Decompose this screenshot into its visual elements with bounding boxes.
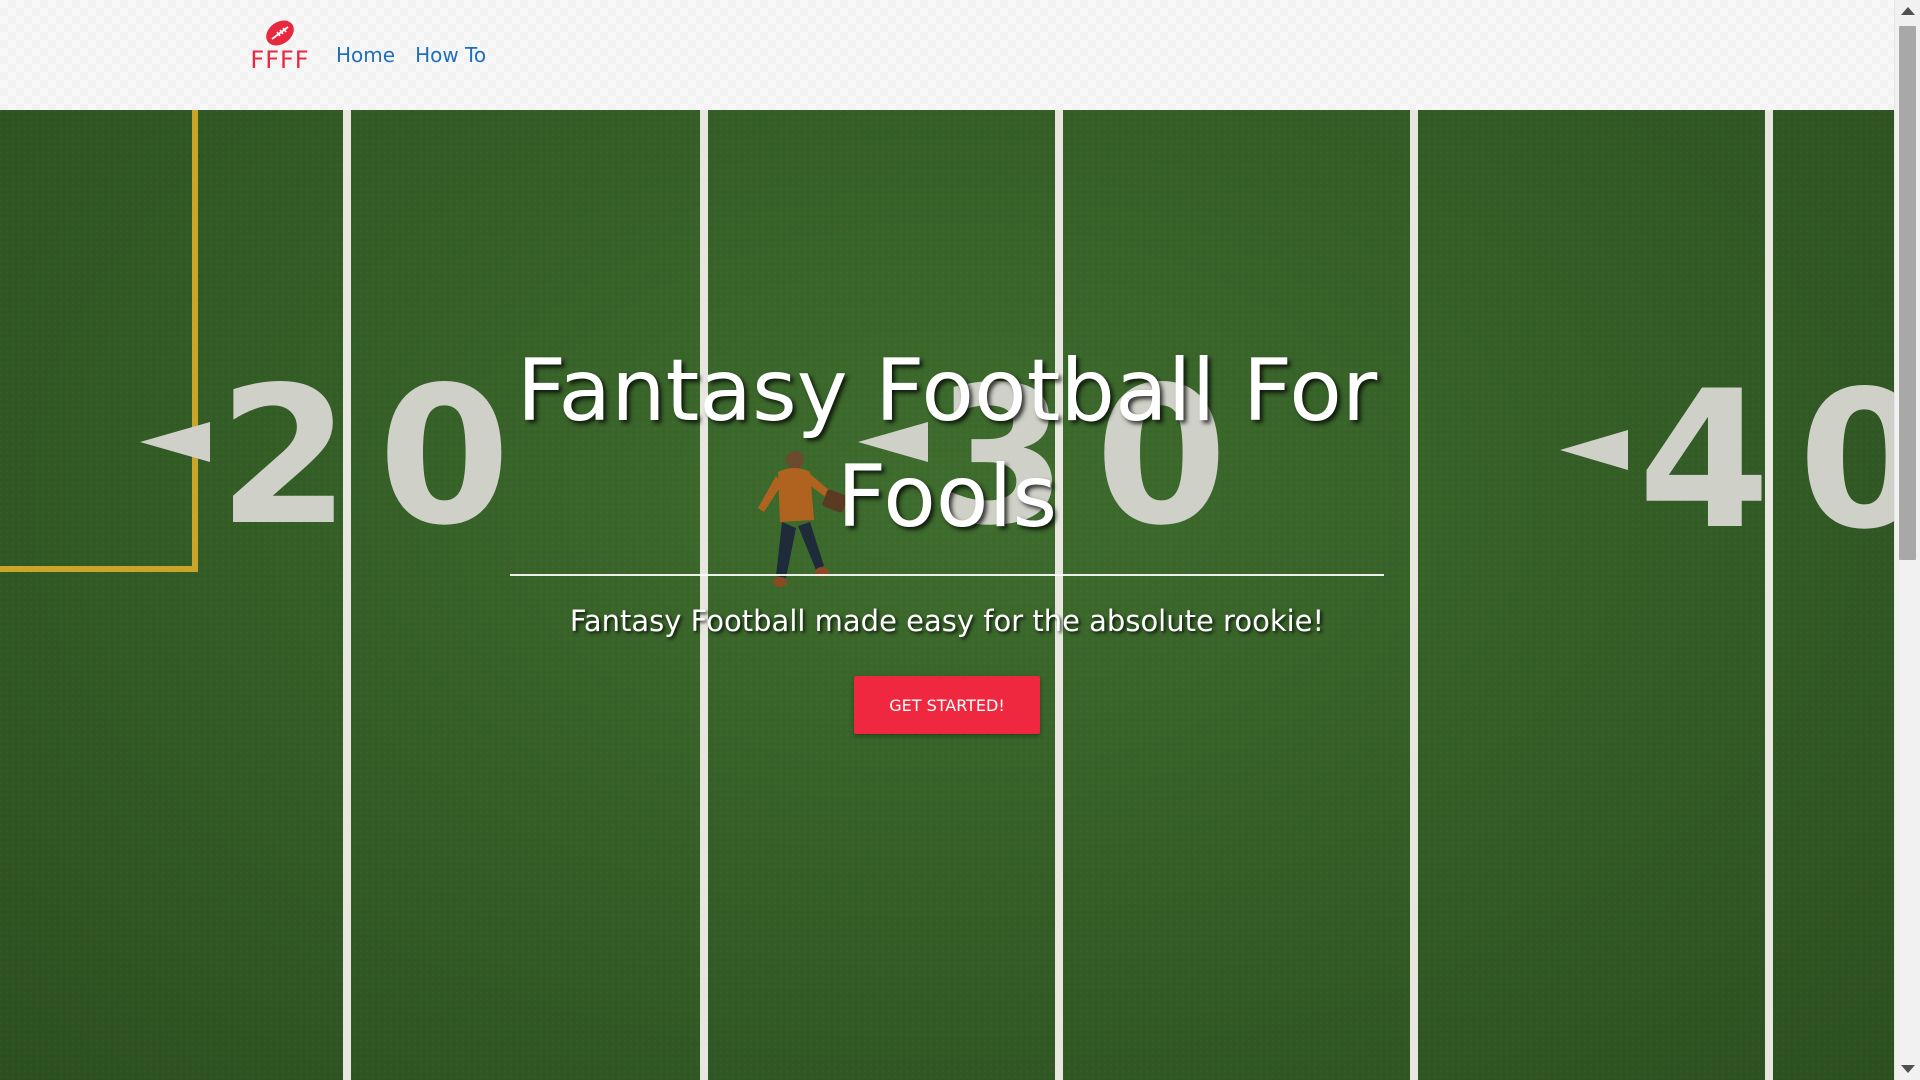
brand-text: FFFF bbox=[250, 46, 310, 74]
field-number-20: 20 bbox=[218, 346, 539, 567]
nav-link-how-to[interactable]: How To bbox=[415, 43, 486, 67]
get-started-button[interactable]: GET STARTED! bbox=[854, 676, 1040, 734]
hero-title: Fantasy Football For Fools bbox=[516, 341, 1378, 547]
hero-divider bbox=[510, 574, 1384, 576]
nav-link-home[interactable]: Home bbox=[336, 43, 395, 67]
scroll-up-arrow-icon[interactable] bbox=[1901, 7, 1915, 15]
football-icon bbox=[263, 18, 297, 48]
brand-logo[interactable]: FFFF bbox=[250, 18, 310, 88]
scrollbar-thumb[interactable] bbox=[1899, 26, 1916, 560]
top-navbar: FFFF Home How To bbox=[0, 0, 1895, 111]
hero-subtitle: Fantasy Football made easy for the absol… bbox=[569, 604, 1325, 638]
field-number-40: 40 bbox=[1638, 350, 1895, 571]
vertical-scrollbar[interactable] bbox=[1894, 0, 1920, 1080]
scroll-down-arrow-icon[interactable] bbox=[1901, 1065, 1915, 1073]
hero-content: Fantasy Football For Fools Fantasy Footb… bbox=[510, 338, 1384, 734]
main-nav: Home How To bbox=[336, 43, 486, 67]
hero-section: 20 30 40 Fantasy Football For Fools Fant… bbox=[0, 110, 1895, 1080]
